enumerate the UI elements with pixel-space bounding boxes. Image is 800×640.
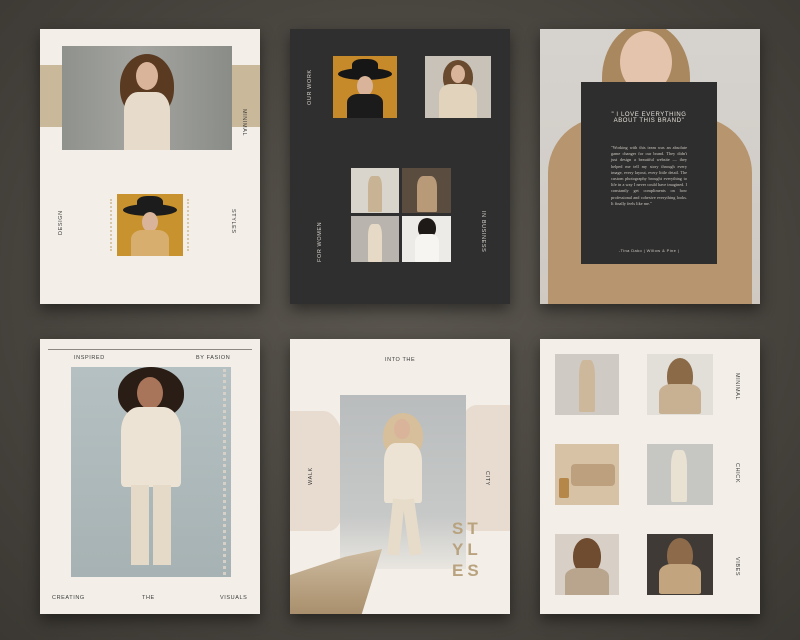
photo-grid-6-2	[647, 354, 713, 415]
label-the: THE	[142, 595, 155, 601]
label-creating: CREATING	[52, 595, 85, 601]
label-walk: WALK	[308, 467, 314, 485]
photo-woman-afro-cream-suit	[71, 367, 231, 577]
grid-photo-2	[402, 168, 451, 213]
ghost-text-deco	[110, 199, 122, 251]
quote-title: " I LOVE EVERYTHING ABOUT THIS BRAND"	[611, 112, 687, 124]
label-chick: CHICK	[734, 463, 740, 484]
photo-grid-four	[351, 168, 451, 262]
label-in-business: IN BUSINESS	[480, 211, 486, 253]
label-for-women: FOR WOMEN	[317, 221, 323, 262]
label-minimal: MINIMAL	[734, 373, 740, 401]
quote-panel: " I LOVE EVERYTHING ABOUT THIS BRAND" "W…	[581, 82, 717, 264]
grid-photo-1	[351, 168, 399, 213]
photo-building-torn	[290, 549, 382, 614]
label-our-work: OUR WORK	[307, 69, 313, 105]
styles-line-2: YL	[452, 540, 482, 559]
photo-grid-6-3-interior	[555, 444, 619, 505]
photo-curly-hair-beige-suit	[425, 56, 491, 118]
label-design: DESIGN	[58, 210, 64, 235]
photo-blonde-walking-suit	[340, 395, 466, 569]
label-visuals: VISUALS	[220, 595, 248, 601]
label-city: CITY	[484, 471, 490, 486]
styles-line-3: ES	[452, 561, 483, 580]
mockup-card-3: " I LOVE EVERYTHING ABOUT THIS BRAND" "W…	[540, 29, 760, 304]
label-minimal: MINIMAL	[241, 109, 247, 137]
quote-body: "Working with this team was an absolute …	[611, 145, 687, 206]
quote-author: -Tina Dako | Willow & Pine |	[618, 248, 680, 253]
photo-black-hat-mustard	[333, 56, 397, 118]
label-styles: STYLES	[230, 209, 236, 234]
photo-grid-6-1	[555, 354, 619, 415]
grid-photo-4	[402, 216, 451, 262]
vertical-ghost-text	[223, 369, 236, 575]
photo-grid-6-4	[647, 444, 713, 505]
ghost-text-deco-right	[187, 199, 199, 251]
mockup-card-6: MINIMAL CHICK VIBES	[540, 339, 760, 614]
grid-photo-3	[351, 216, 399, 262]
mockup-card-5: INTO THE WALK CITY ST YL ES	[290, 339, 510, 614]
mockup-card-1: MINIMAL DESIGN STYLES	[40, 29, 260, 304]
mockup-card-4: INSPIRED BY FASION CREATING THE VISUALS	[40, 339, 260, 614]
label-inspired: INSPIRED	[74, 355, 105, 361]
photo-grid-6-6	[647, 534, 713, 595]
photo-woman-black-hat	[117, 194, 183, 256]
torn-paper-left	[290, 411, 346, 531]
styles-line-1: ST	[452, 519, 482, 538]
photo-grid-6-5	[555, 534, 619, 595]
label-vibes: VIBES	[734, 557, 740, 577]
label-into-the: INTO THE	[385, 357, 416, 363]
photo-woman-curly-hair-cream-suit	[62, 46, 232, 150]
top-rule	[48, 349, 252, 350]
mockup-card-2: OUR WORK FOR WOMEN IN BUSINESS	[290, 29, 510, 304]
label-by-fasion: BY FASION	[196, 355, 231, 361]
